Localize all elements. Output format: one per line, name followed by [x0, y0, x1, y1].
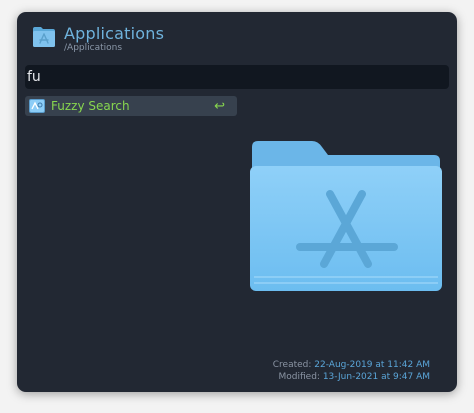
modified-label: Modified:	[278, 372, 320, 382]
applications-folder-icon	[250, 141, 442, 291]
result-item-fuzzy-search[interactable]: Fuzzy Search ↩	[25, 96, 237, 116]
created-value: 22-Aug-2019 at 11:42 AM	[314, 360, 430, 370]
alfred-window: Applications /Applications Fuzzy Search …	[17, 12, 457, 392]
result-label: Fuzzy Search	[51, 99, 130, 113]
fuzzy-search-workflow-icon	[29, 99, 45, 113]
file-metadata: Created: 22-Aug-2019 at 11:42 AM Modifie…	[273, 359, 430, 383]
modified-value: 13-Jun-2021 at 9:47 AM	[322, 372, 430, 382]
return-key-icon: ↩	[214, 98, 225, 114]
window-path: /Applications	[64, 43, 123, 53]
window-title: Applications	[64, 24, 165, 43]
created-label: Created:	[272, 360, 312, 370]
search-input[interactable]	[25, 65, 449, 89]
applications-folder-icon	[33, 27, 55, 47]
